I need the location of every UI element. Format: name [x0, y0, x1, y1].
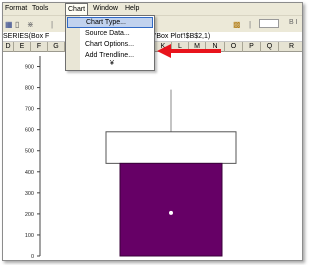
y-tick-label: 300 [25, 191, 34, 197]
y-tick-label: 400 [25, 170, 34, 176]
menu-item-label: Chart Type... [86, 19, 126, 26]
y-tick-label: 200 [25, 212, 34, 218]
menu-item-label: Source Data... [85, 30, 130, 37]
y-axis: 0 100 200 300 400 500 600 700 800 900 [25, 56, 41, 260]
column-header[interactable]: E [14, 42, 31, 52]
menu-window[interactable]: Window [91, 3, 120, 15]
y-tick-label: 500 [25, 149, 34, 155]
column-header[interactable]: R [279, 42, 302, 52]
menu-format[interactable]: Format [3, 3, 29, 15]
plot-area [105, 89, 237, 257]
y-tick-label: 0 [31, 254, 34, 260]
formula-text: SERIES(Box F [3, 33, 50, 40]
y-tick-label: 900 [25, 65, 34, 71]
menu-chart[interactable]: Chart [65, 3, 89, 15]
column-header[interactable]: G [48, 42, 65, 52]
font-size-box[interactable] [259, 19, 279, 28]
box-plot-chart[interactable]: 0 100 200 300 400 500 600 700 800 900 [3, 52, 303, 261]
menu-item-chart-options[interactable]: Chart Options... [67, 39, 153, 50]
menu-help[interactable]: Help [123, 3, 141, 15]
menu-item-source-data[interactable]: Source Data... [67, 28, 153, 39]
column-header[interactable]: P [243, 42, 261, 52]
bold-italic-buttons[interactable]: B I [289, 19, 298, 26]
menu-item-chart-type[interactable]: Chart Type... [67, 17, 153, 28]
chart-wizard-icon[interactable]: ▩ [233, 20, 241, 29]
column-header[interactable]: D [3, 42, 14, 52]
separator-icon: | [249, 20, 252, 29]
format-selection-icon[interactable]: ▯ [15, 20, 19, 29]
mean-marker [169, 210, 173, 215]
chart-sheet[interactable]: 0 100 200 300 400 500 600 700 800 900 [3, 52, 303, 261]
column-header[interactable]: O [225, 42, 243, 52]
red-arrow-annotation [157, 44, 221, 58]
menu-tools[interactable]: Tools [30, 3, 50, 15]
excel-window: Format Tools Chart Window Help ▦ ▯ ⋇ | ▩… [2, 2, 303, 261]
chart-object-icon[interactable]: ▦ [5, 20, 13, 29]
y-tick-label: 600 [25, 128, 34, 134]
y-tick-label: 700 [25, 107, 34, 113]
lower-box [119, 162, 223, 257]
chart-menu-dropdown: Chart Type... Source Data... Chart Optio… [65, 15, 155, 71]
menu-item-label: Chart Options... [85, 41, 135, 48]
upper-box [105, 131, 237, 164]
separator-icon: | [51, 20, 54, 29]
column-header[interactable]: Q [261, 42, 279, 52]
cut-icon[interactable]: ⋇ [27, 20, 34, 29]
y-tick-label: 100 [25, 233, 34, 239]
menu-bar: Format Tools Chart Window Help [3, 3, 302, 15]
column-header[interactable]: F [31, 42, 48, 52]
expand-menu-chevron[interactable]: ¥ [110, 60, 114, 68]
y-tick-label: 800 [25, 86, 34, 92]
